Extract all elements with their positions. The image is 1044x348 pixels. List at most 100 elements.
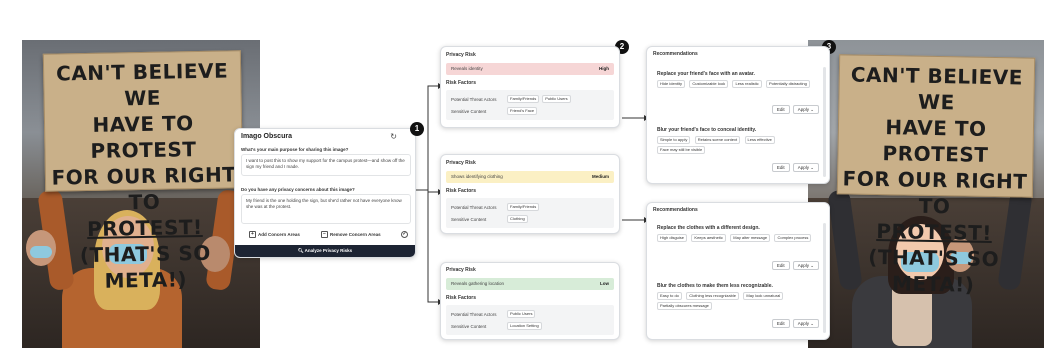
risk-factors-title: Risk Factors: [446, 80, 477, 86]
risk-level-bar: Reveals gathering location Low: [446, 278, 614, 290]
tradeoff-chips: Simple to apply Retains scene context Le…: [657, 136, 817, 156]
check-icon: ✓: [401, 231, 408, 238]
recommendations-title: Recommendations: [653, 51, 698, 57]
risk-level: High: [599, 66, 609, 71]
risk-card-title: Privacy Risk: [446, 160, 476, 166]
remove-concern-areas-button[interactable]: − Remove Concern Areas: [321, 231, 381, 238]
add-area-icon: +: [249, 231, 256, 238]
apply-button[interactable]: Apply ⌄: [792, 261, 819, 270]
apply-label: Apply: [797, 321, 809, 326]
risk-description: Reveals identity: [451, 66, 483, 71]
risk-factors-title: Risk Factors: [446, 295, 477, 301]
risk-level-bar: Shows identifying clothing Medium: [446, 171, 614, 183]
tradeoff-chips: Easy to do Clothing less recognizable Ma…: [657, 292, 817, 312]
recommendation-heading: Blur the clothes to make them less recog…: [657, 283, 773, 289]
scrollbar[interactable]: [823, 223, 826, 333]
privacy-risk-card[interactable]: Privacy Risk Reveals identity High Risk …: [440, 46, 620, 128]
recommendation-actions: Edit Apply ⌄: [771, 105, 819, 114]
tradeoff-chip: Potentially distracting: [766, 80, 810, 88]
edit-button[interactable]: Edit: [771, 261, 790, 270]
analyze-label: Analyze Privacy Risks: [304, 248, 353, 253]
risk-factors-box: Potential Threat Actors Public Users Sen…: [446, 305, 614, 335]
purpose-question: What's your main purpose for sharing thi…: [241, 147, 349, 152]
factor-chip: Family/Friends: [507, 203, 540, 211]
risk-factors-box: Potential Threat Actors Family/Friends P…: [446, 90, 614, 120]
risk-factors-title: Risk Factors: [446, 188, 477, 194]
tradeoff-chips: High disguise Keeps aesthetic May alter …: [657, 234, 817, 244]
tradeoff-chip: Partially obscures message: [657, 302, 712, 310]
recommendations-panel: Recommendations Replace the clothes with…: [646, 202, 830, 340]
apply-button[interactable]: Apply ⌄: [792, 319, 819, 328]
risk-description: Shows identifying clothing: [451, 174, 503, 179]
recommendations-panel: Recommendations Replace your friend's fa…: [646, 46, 830, 184]
tradeoff-chip: Face may still be visible: [657, 146, 706, 154]
confirm-check-button[interactable]: ✓: [401, 231, 408, 238]
tradeoff-chip: Less realistic: [732, 80, 762, 88]
remove-concern-label: Remove Concern Areas: [330, 232, 381, 237]
concern-answer-field[interactable]: My friend is the one holding the sign, b…: [241, 194, 411, 224]
chevron-down-icon: ⌄: [810, 107, 814, 112]
scrollbar[interactable]: [823, 67, 826, 177]
app-title: Imago Obscura: [241, 133, 292, 140]
factor-label: Potential Threat Actors: [451, 311, 497, 317]
factor-label: Sensitive Content: [451, 323, 487, 329]
recommendation-heading: Replace your friend's face with an avata…: [657, 71, 755, 77]
tradeoff-chip: Complex process: [774, 234, 812, 242]
recommendations-title: Recommendations: [653, 207, 698, 213]
tradeoff-chip: May alter message: [730, 234, 771, 242]
risk-level-bar: Reveals identity High: [446, 63, 614, 75]
factor-row: Sensitive Content Clothing: [451, 213, 609, 225]
tradeoff-chip: Simple to apply: [657, 136, 691, 144]
tradeoff-chip: Customizable look: [689, 80, 729, 88]
factor-row: Potential Threat Actors Family/Friends P…: [451, 93, 609, 105]
factor-label: Potential Threat Actors: [451, 96, 497, 102]
risk-level: Low: [600, 281, 609, 286]
factor-row: Potential Threat Actors Family/Friends: [451, 201, 609, 213]
risk-level: Medium: [591, 174, 609, 179]
apply-label: Apply: [797, 263, 809, 268]
recommendation-heading: Blur your friend's face to conceal ident…: [657, 127, 757, 133]
purpose-answer-field[interactable]: I want to post this to show my support f…: [241, 154, 411, 176]
privacy-risk-card[interactable]: Privacy Risk Shows identifying clothing …: [440, 154, 620, 234]
analyze-privacy-risks-button[interactable]: 🔍︎ Analyze Privacy Risks: [235, 245, 415, 257]
concern-area-tools: + Add Concern Areas − Remove Concern Are…: [241, 231, 409, 241]
chevron-down-icon: ⌄: [810, 321, 814, 326]
concern-question: Do you have any privacy concerns about t…: [241, 187, 355, 192]
factor-label: Sensitive Content: [451, 108, 487, 114]
chevron-down-icon: ⌄: [810, 263, 814, 268]
remove-area-icon: −: [321, 231, 328, 238]
tradeoff-chip: Retains scene context: [694, 136, 741, 144]
risk-card-title: Privacy Risk: [446, 267, 476, 273]
tradeoff-chip: May look unnatural: [743, 292, 784, 300]
tradeoff-chip: Keeps aesthetic: [691, 234, 726, 242]
recommendation-actions: Edit Apply ⌄: [771, 261, 819, 270]
factor-chip: Public Users: [507, 310, 536, 318]
tradeoff-chip: Less effective: [744, 136, 775, 144]
connector-line: [416, 189, 438, 303]
factor-chip: Location Setting: [507, 322, 542, 330]
factor-row: Sensitive Content Location Setting: [451, 320, 609, 332]
step-badge-1: 1: [410, 122, 424, 136]
add-concern-label: Add Concern Areas: [258, 232, 300, 237]
edit-button[interactable]: Edit: [771, 163, 790, 172]
add-concern-areas-button[interactable]: + Add Concern Areas: [249, 231, 300, 238]
edit-button[interactable]: Edit: [771, 319, 790, 328]
apply-button[interactable]: Apply ⌄: [792, 163, 819, 172]
chevron-down-icon: ⌄: [810, 165, 814, 170]
apply-button[interactable]: Apply ⌄: [792, 105, 819, 114]
apply-label: Apply: [797, 165, 809, 170]
recommendation-heading: Replace the clothes with a different des…: [657, 225, 760, 231]
edit-button[interactable]: Edit: [771, 105, 790, 114]
connector-line: [416, 85, 438, 191]
factor-label: Potential Threat Actors: [451, 204, 497, 210]
tradeoff-chip: Clothing less recognizable: [686, 292, 739, 300]
factor-label: Sensitive Content: [451, 216, 487, 222]
search-icon: 🔍︎: [297, 248, 304, 253]
risk-description: Reveals gathering location: [451, 281, 505, 286]
refresh-icon[interactable]: ↻: [390, 133, 397, 141]
privacy-risk-card[interactable]: Privacy Risk Reveals gathering location …: [440, 262, 620, 340]
panel-header: Imago Obscura ↻: [241, 133, 409, 143]
recommendation-actions: Edit Apply ⌄: [771, 163, 819, 172]
factor-chip: Public Users: [542, 95, 571, 103]
factor-row: Potential Threat Actors Public Users: [451, 308, 609, 320]
